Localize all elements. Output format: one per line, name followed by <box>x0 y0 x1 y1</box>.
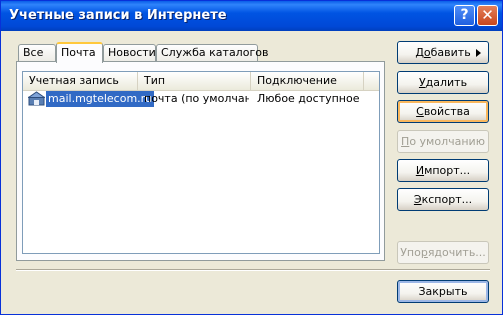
row-connection: Любое доступное <box>257 92 360 105</box>
import-button-label: Импорт... <box>415 164 471 177</box>
tab-directory-service[interactable]: Служба каталогов <box>156 44 268 62</box>
delete-button[interactable]: Удалить <box>397 71 489 94</box>
properties-button[interactable]: Свойства <box>397 100 489 123</box>
row-account-type: почта (по умолчан... <box>144 92 249 105</box>
list-header: Учетная запись Тип Подключение <box>23 72 379 91</box>
internet-accounts-dialog: Учетные записи в Интернете ? ✕ Все Почта… <box>0 0 503 315</box>
export-button[interactable]: Экспорт... <box>397 188 489 211</box>
close-icon: ✕ <box>481 6 494 24</box>
properties-button-label: Свойства <box>416 105 470 118</box>
mail-account-icon <box>28 91 45 106</box>
submenu-arrow-icon <box>476 49 481 57</box>
import-button[interactable]: Импорт... <box>397 159 489 182</box>
window-title: Учетные записи в Интернете <box>9 8 227 23</box>
column-header-account[interactable]: Учетная запись <box>23 72 138 90</box>
help-button[interactable]: ? <box>454 5 475 26</box>
tab-news[interactable]: Новости <box>103 44 156 62</box>
tab-mail[interactable]: Почта <box>56 42 103 63</box>
accounts-list[interactable]: Учетная запись Тип Подключение mail.mgte… <box>22 71 380 254</box>
close-window-button[interactable]: ✕ <box>477 5 498 26</box>
order-button: Упорядочить... <box>397 241 489 264</box>
delete-button-label: Удалить <box>418 76 468 89</box>
tab-all[interactable]: Все <box>18 44 56 62</box>
help-icon: ? <box>460 7 469 23</box>
footer-separator <box>16 269 490 271</box>
title-bar[interactable]: Учетные записи в Интернете ? ✕ <box>1 1 502 31</box>
tab-panel-mail: Учетная запись Тип Подключение mail.mgte… <box>16 61 385 261</box>
table-row[interactable]: mail.mgtelecom.ru почта (по умолчан... Л… <box>23 91 379 107</box>
add-button-label: Добавить <box>415 46 471 59</box>
close-button[interactable]: Закрыть <box>397 280 489 303</box>
column-header-type[interactable]: Тип <box>138 72 251 90</box>
row-account-name: mail.mgtelecom.ru <box>46 91 155 107</box>
add-button[interactable]: Добавить <box>397 41 489 64</box>
export-button-label: Экспорт... <box>413 193 473 206</box>
set-default-button: По умолчанию <box>397 130 489 153</box>
set-default-button-label: По умолчанию <box>401 135 485 148</box>
order-button-label: Упорядочить... <box>400 246 486 259</box>
column-header-connection[interactable]: Подключение <box>251 72 364 90</box>
